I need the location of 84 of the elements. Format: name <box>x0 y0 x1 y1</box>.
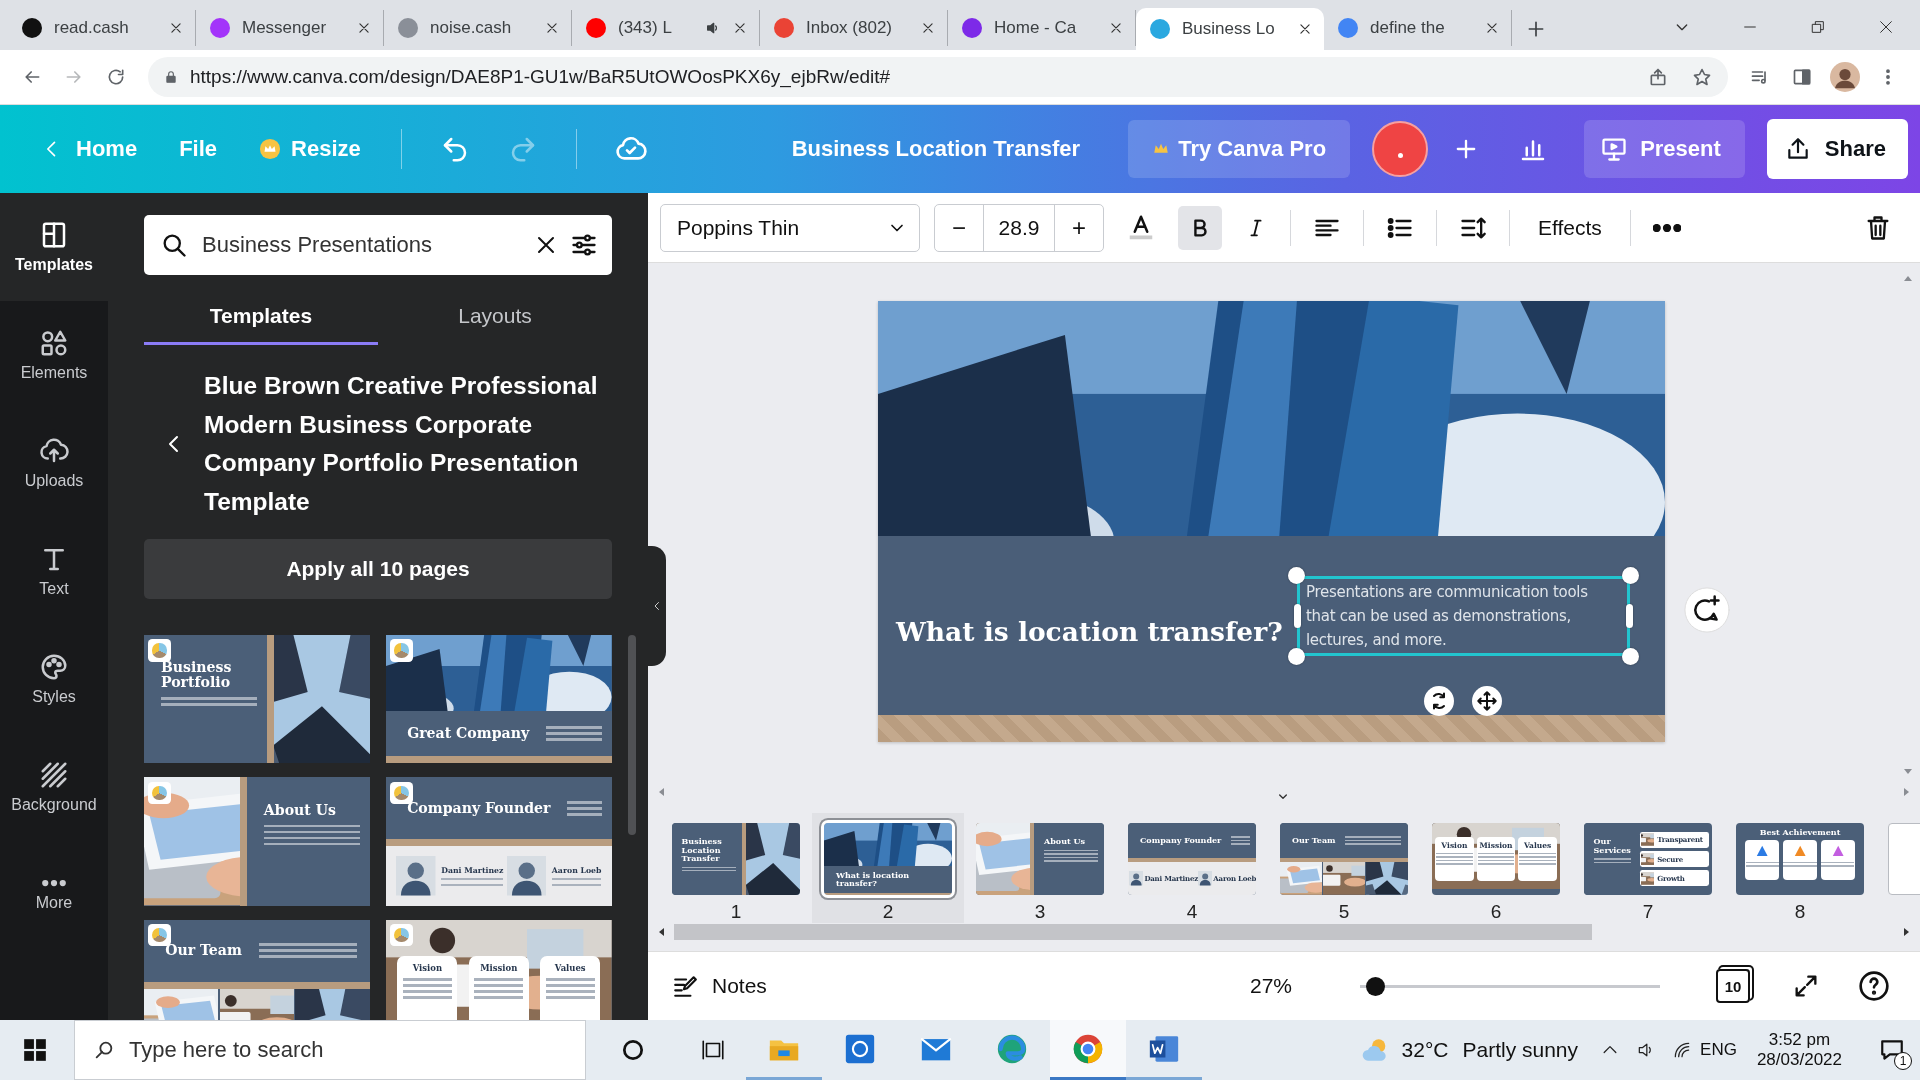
browser-tab[interactable]: Business Lo <box>1136 8 1324 50</box>
temperature: 32°C <box>1401 1038 1449 1062</box>
browser-tab[interactable]: read.cash <box>8 10 196 46</box>
tab-title: Business Lo <box>1182 19 1276 39</box>
card-title: Mission <box>480 962 518 973</box>
panel-tab[interactable]: Templates <box>144 289 378 345</box>
browser-tab[interactable]: define the <box>1324 10 1512 46</box>
page-number: 8 <box>1794 901 1806 923</box>
browser-tab[interactable]: Messenger <box>196 10 384 46</box>
template-title: Blue Brown Creative Professional Modern Business Corporate Company Portfolio Presentation Template <box>204 371 599 517</box>
thumbnail-title: About Us <box>263 802 337 818</box>
page-number: 5 <box>1338 901 1350 923</box>
tab-title: read.cash <box>54 18 130 38</box>
slide-thumbnail[interactable]: Great Company <box>386 635 612 764</box>
browser-tab[interactable]: Home - Ca <box>948 10 1136 46</box>
search-input[interactable]: Business Presentations <box>200 231 522 259</box>
increase-button[interactable]: + <box>1055 204 1103 251</box>
language-indicator[interactable]: ENG <box>1700 1040 1737 1060</box>
weather-text: Partly sunny <box>1462 1038 1579 1062</box>
design-title[interactable]: Business Location Transfer <box>783 126 1089 172</box>
url-text: https://www.canva.com/design/DAE8P1-GU1w/BaR5UtOWOosPKX6y_ejbRw/edit# <box>190 66 891 88</box>
browser-tab[interactable]: noise.cash <box>384 10 572 46</box>
browser-tab[interactable]: (343) L <box>572 10 760 46</box>
page-item[interactable]: What is location transfer? 2 <box>812 813 964 923</box>
sidebar-item[interactable]: Uploads <box>0 409 108 517</box>
thumbnail-title: Business Location Transfer <box>681 837 723 863</box>
effects-button[interactable]: Effects <box>1522 205 1618 250</box>
page-item[interactable]: About Us 3 <box>976 813 1104 923</box>
thumbnail-title: About Us <box>1044 837 1086 846</box>
slide-thumbnail[interactable]: Vision Mission Values <box>386 919 612 1020</box>
decrease-button[interactable]: − <box>935 204 983 251</box>
apply-button[interactable]: Apply all 10 pages <box>144 539 612 599</box>
notes-button[interactable]: Notes <box>672 973 767 999</box>
browser-tab[interactable]: Inbox (802) <box>760 10 948 46</box>
slide-body-text: Presentations are communication tools that can be used as demonstrations, lectures, and more. <box>1306 582 1589 651</box>
try-pro-button[interactable]: Try Canva Pro <box>1128 120 1351 178</box>
page-number: 1 <box>730 901 742 923</box>
thumbnail-title: Great Company <box>407 726 530 742</box>
clock-time[interactable]: 3:52 pm <box>1768 1030 1831 1050</box>
sidebar-item[interactable]: Templates <box>0 193 108 301</box>
card-title: Vision <box>412 962 443 973</box>
thumbnail-title: Our Team <box>165 943 242 958</box>
notification-button[interactable]: 1 <box>1864 1022 1920 1078</box>
taskbar-search-field[interactable]: Type here to search <box>74 1020 586 1080</box>
font-dropdown[interactable]: Poppins Thin <box>660 203 920 252</box>
page-item[interactable]: Business Location Transfer 1 <box>672 813 800 923</box>
page-number: 3 <box>1034 901 1046 923</box>
tab-title: (343) L <box>618 18 673 38</box>
sidebar-item[interactable]: Background <box>0 733 108 841</box>
sidebar-item[interactable]: Text <box>0 517 108 625</box>
font-size-field[interactable]: 28.9 <box>983 204 1055 251</box>
address-field[interactable]: https://www.canva.com/design/DAE8P1-GU1w/BaR5UtOWOosPKX6y_ejbRw/edit# <box>148 57 1728 97</box>
tab-title: Inbox (802) <box>806 18 893 38</box>
thumbnail-title: Business Portfolio <box>160 660 233 690</box>
zoom-level: 27% <box>1249 974 1292 998</box>
sidebar-item[interactable]: More <box>0 841 108 949</box>
present-button[interactable]: Present <box>1584 120 1745 178</box>
thumbnail-title: What is location transfer? <box>836 871 911 888</box>
panel-tab[interactable]: Layouts <box>378 289 612 345</box>
sidebar-item[interactable]: Elements <box>0 301 108 409</box>
slide-thumbnail[interactable]: Our Team <box>144 919 370 1020</box>
page-number: 6 <box>1490 901 1502 923</box>
clock-date[interactable]: 28/03/2022 <box>1756 1050 1842 1070</box>
tab-title: define the <box>1370 18 1446 38</box>
tab-title: Home - Ca <box>994 18 1078 38</box>
page-item[interactable]: Our Team 5 <box>1280 813 1408 923</box>
thumbnail-title: Best Achievement <box>1759 827 1841 837</box>
thumbnail-title: Company Founder <box>1140 836 1222 845</box>
thumbnail-title: Our Services <box>1593 837 1631 855</box>
page-item[interactable]: Best Achievement 8 <box>1736 813 1864 923</box>
page-number: 7 <box>1642 901 1654 923</box>
sidebar-item[interactable]: Styles <box>0 625 108 733</box>
tab-title: noise.cash <box>430 18 513 38</box>
notification-count: 1 <box>1894 1052 1912 1070</box>
tab-title: Messenger <box>242 18 328 38</box>
search-field[interactable]: Business Presentations <box>144 215 612 275</box>
card-title: Values <box>554 962 586 973</box>
page-number: 2 <box>882 901 894 923</box>
thumbnail-title: Company Founder <box>407 800 551 816</box>
thumbnail-title: Our Team <box>1292 836 1336 845</box>
slide-title: What is location transfer? <box>896 616 1283 647</box>
page-number: 4 <box>1186 901 1198 923</box>
share-button[interactable]: Share <box>1766 119 1908 179</box>
slide-thumbnail[interactable]: About Us <box>144 777 370 906</box>
